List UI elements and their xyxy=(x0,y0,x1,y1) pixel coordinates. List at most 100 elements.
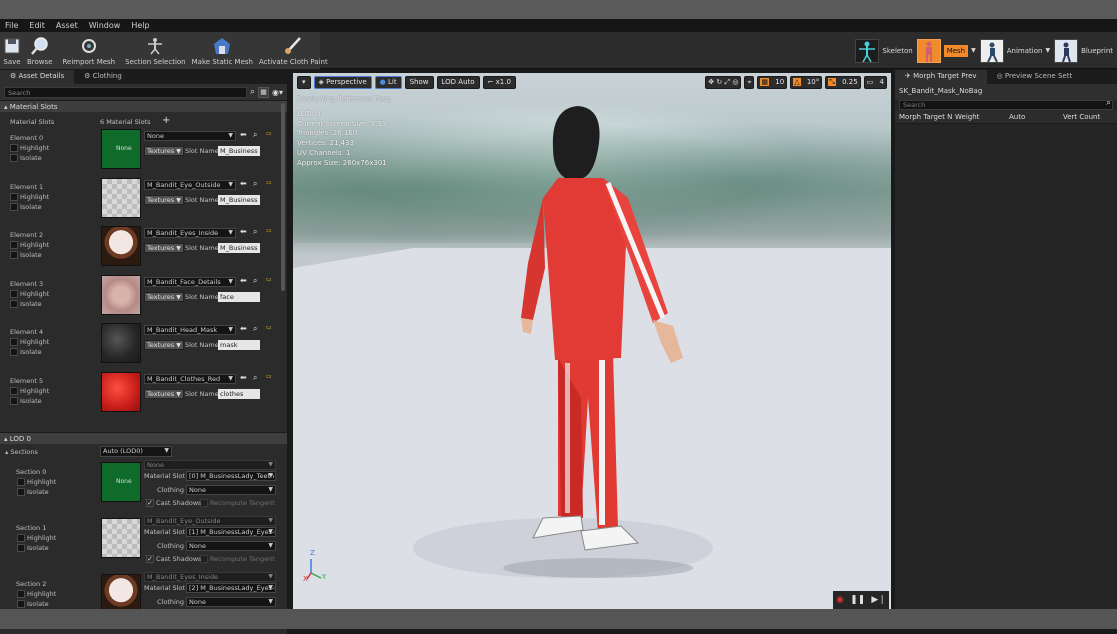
use-selected-arrow-icon[interactable]: ⬅ xyxy=(240,179,247,188)
mesh-dropdown-icon[interactable]: ▼ xyxy=(971,47,976,54)
material-thumbnail[interactable] xyxy=(101,323,141,363)
grid-snap-icon[interactable]: ▦ xyxy=(760,77,770,86)
step-forward-icon[interactable]: ▶❘ xyxy=(871,595,885,605)
material-thumbnail[interactable] xyxy=(101,177,141,218)
material-slot-dropdown[interactable]: [0] M_BusinessLady_Teeth ▼ xyxy=(186,471,276,481)
use-selected-arrow-icon[interactable]: ⬅ xyxy=(240,276,247,285)
tab-asset-details[interactable]: ⚙ Asset Details xyxy=(0,70,75,84)
checkmark-icon[interactable]: ✓ xyxy=(146,499,154,507)
checkbox[interactable] xyxy=(17,600,25,608)
preview-viewport[interactable]: ▾ ◈ Perspective ● Lit Show LOD Auto ⌐ x1… xyxy=(293,73,891,609)
menu-window[interactable]: Window xyxy=(84,21,127,30)
col-morph-target-name[interactable]: Morph Target N xyxy=(899,113,955,121)
material-picker[interactable]: M_Bandit_Eyes_Inside ▼ xyxy=(144,228,236,238)
surface-snap-button[interactable]: ⌖ xyxy=(744,75,755,89)
mesh-mode-button[interactable]: Mesh ▼ xyxy=(916,38,976,63)
textures-dropdown[interactable]: Textures ▼ xyxy=(144,291,184,302)
isolate-checkbox[interactable]: Isolate xyxy=(17,544,49,552)
material-picker[interactable]: M_Bandit_Face_Details ▼ xyxy=(144,276,236,287)
reset-icon[interactable]: ▭ xyxy=(266,373,272,380)
lod0-header[interactable]: ▴ LOD 0 xyxy=(0,432,287,444)
highlight-checkbox[interactable]: Highlight xyxy=(10,241,49,249)
camera-speed-value[interactable]: 4 xyxy=(876,78,884,86)
clothing-dropdown[interactable]: None ▼ xyxy=(186,541,276,551)
reset-icon[interactable]: ▭ xyxy=(266,324,272,331)
browse-button[interactable]: Browse xyxy=(24,32,56,69)
move-icon[interactable]: ✥ xyxy=(708,78,714,86)
isolate-checkbox[interactable]: Isolate xyxy=(10,348,42,356)
world-local-icon[interactable]: ◎ xyxy=(732,78,738,86)
menu-file[interactable]: File xyxy=(0,21,24,30)
isolate-checkbox[interactable]: Isolate xyxy=(10,396,42,405)
checkmark-icon[interactable]: ✓ xyxy=(146,555,154,563)
isolate-checkbox[interactable]: Isolate xyxy=(10,202,42,211)
textures-dropdown[interactable]: Textures ▼ xyxy=(144,243,184,253)
checkbox[interactable] xyxy=(17,488,25,496)
recompute-tangent-checkbox[interactable]: Recompute Tangent xyxy=(200,555,275,563)
material-picker[interactable]: M_Bandit_Eye_Outside ▼ xyxy=(144,179,236,190)
checkbox[interactable] xyxy=(10,192,18,201)
checkbox[interactable] xyxy=(10,396,18,405)
rotate-icon[interactable]: ↻ xyxy=(716,78,722,86)
details-scrollbar[interactable] xyxy=(281,103,285,291)
checkbox[interactable] xyxy=(10,241,18,249)
checkbox[interactable] xyxy=(10,251,18,259)
menu-edit[interactable]: Edit xyxy=(24,21,51,30)
save-button[interactable]: Save xyxy=(0,32,24,69)
browse-magnifier-icon[interactable]: ⌕ xyxy=(253,130,257,140)
material-thumbnail[interactable]: None xyxy=(101,129,141,169)
show-button[interactable]: Show xyxy=(404,75,434,89)
highlight-checkbox[interactable]: Highlight xyxy=(10,338,49,346)
browse-magnifier-icon[interactable]: ⌕ xyxy=(253,276,257,286)
checkbox[interactable] xyxy=(10,338,18,346)
slot-name-field[interactable]: M_Business xyxy=(218,146,260,156)
reset-icon[interactable]: ▭ xyxy=(266,276,272,283)
use-selected-arrow-icon[interactable]: ⬅ xyxy=(240,130,247,139)
isolate-checkbox[interactable]: Isolate xyxy=(17,488,49,496)
highlight-checkbox[interactable]: Highlight xyxy=(17,590,56,598)
recompute-tangent-checkbox[interactable]: Recompute Tangent xyxy=(200,499,275,507)
reset-icon[interactable]: ▭ xyxy=(266,130,272,137)
scale-snap-value[interactable]: 0.25 xyxy=(838,78,858,86)
material-thumbnail[interactable] xyxy=(101,371,141,412)
highlight-checkbox[interactable]: Highlight xyxy=(17,478,56,486)
checkbox[interactable] xyxy=(10,348,18,356)
details-search-input[interactable]: Search xyxy=(4,86,247,98)
textures-dropdown[interactable]: Textures ▼ xyxy=(144,146,184,156)
highlight-checkbox[interactable]: Highlight xyxy=(10,386,49,395)
clothing-dropdown[interactable]: None ▼ xyxy=(186,485,276,495)
tab-preview-scene-settings[interactable]: ◎ Preview Scene Sett xyxy=(986,70,1083,84)
material-slot-dropdown[interactable]: [1] M_BusinessLady_Eyes-I ▼ xyxy=(186,527,276,537)
record-icon[interactable]: ◉ xyxy=(836,595,844,605)
checkbox[interactable] xyxy=(200,499,208,507)
slot-name-field[interactable]: clothes xyxy=(218,388,260,399)
checkbox[interactable] xyxy=(10,154,18,162)
view-options-icon[interactable]: ◉▾ xyxy=(272,88,283,97)
camera-speed-icon[interactable]: ▭ xyxy=(867,78,874,86)
animation-dropdown-icon[interactable]: ▼ xyxy=(1045,47,1050,54)
checkbox[interactable] xyxy=(17,534,25,542)
checkbox[interactable] xyxy=(10,386,18,395)
checkbox[interactable] xyxy=(10,202,18,211)
playback-speed-button[interactable]: ⌐ x1.0 xyxy=(482,75,516,89)
checkbox[interactable] xyxy=(10,299,18,308)
checkbox[interactable] xyxy=(10,289,18,298)
col-auto[interactable]: Auto xyxy=(1009,113,1063,121)
rotation-snap-value[interactable]: 10° xyxy=(803,78,819,86)
use-selected-arrow-icon[interactable]: ⬅ xyxy=(240,373,247,382)
skeleton-mode-button[interactable]: Skeleton xyxy=(855,38,913,63)
tab-clothing[interactable]: ⚙ Clothing xyxy=(74,70,132,84)
reset-icon[interactable]: ▭ xyxy=(266,227,272,234)
material-picker[interactable]: M_Bandit_Clothes_Red ▼ xyxy=(144,373,236,384)
slot-name-field[interactable]: face xyxy=(218,291,260,302)
use-selected-arrow-icon[interactable]: ⬅ xyxy=(240,227,247,236)
cast-shadows-checkbox[interactable]: ✓Cast Shadows xyxy=(146,555,202,563)
textures-dropdown[interactable]: Textures ▼ xyxy=(144,194,184,205)
textures-dropdown[interactable]: Textures ▼ xyxy=(144,340,184,350)
browse-magnifier-icon[interactable]: ⌕ xyxy=(253,373,257,383)
isolate-checkbox[interactable]: Isolate xyxy=(10,154,42,162)
browse-magnifier-icon[interactable]: ⌕ xyxy=(253,324,257,334)
slot-name-field[interactable]: M_Business xyxy=(218,243,260,253)
section-material-thumbnail[interactable] xyxy=(101,574,141,614)
browse-magnifier-icon[interactable]: ⌕ xyxy=(253,227,257,237)
